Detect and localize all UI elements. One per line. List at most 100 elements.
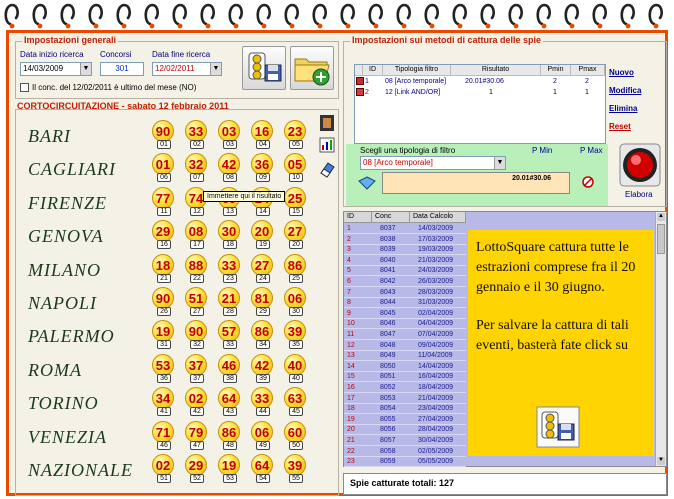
number-bulb[interactable]: 37 37: [185, 353, 209, 383]
number-bulb[interactable]: 53 36: [152, 353, 176, 383]
table-row[interactable]: 2 8038 17/03/2009: [344, 234, 466, 245]
number-bulb[interactable]: 06 30: [284, 287, 308, 316]
number-bulb[interactable]: 88 22: [185, 253, 209, 283]
number-bulb[interactable]: 27 20: [284, 220, 308, 250]
number-bulb[interactable]: 86 25: [284, 253, 308, 283]
table-row[interactable]: 22 8058 02/05/2009: [344, 446, 466, 457]
number-bulb[interactable]: 86 48: [218, 420, 242, 450]
number-bulb[interactable]: 57 33: [218, 320, 242, 350]
chart-icon[interactable]: [318, 136, 336, 154]
number-bulb[interactable]: 05 10: [284, 153, 308, 183]
number-bulb[interactable]: 33 23: [218, 253, 242, 283]
table-row[interactable]: 8 8044 31/03/2009: [344, 297, 466, 309]
last-of-month-checkbox[interactable]: [20, 83, 29, 92]
result-input[interactable]: 20.01#30.06: [382, 172, 570, 194]
open-add-button[interactable]: [290, 46, 334, 90]
table-row[interactable]: 9 8045 02/04/2009: [344, 308, 466, 319]
table-row[interactable]: 14 8050 14/04/2009: [344, 361, 466, 372]
table-row[interactable]: 23 8059 05/05/2009: [344, 456, 466, 468]
number-bulb[interactable]: 06 49: [251, 420, 275, 450]
number-bulb[interactable]: 63 45: [284, 387, 308, 417]
number-bulb[interactable]: 21 28: [218, 287, 242, 316]
number-bulb[interactable]: 64 43: [218, 387, 242, 417]
number-bulb[interactable]: 86 34: [251, 320, 275, 350]
number-bulb[interactable]: 42 08: [218, 153, 242, 183]
edit-button[interactable]: Modifica: [609, 86, 651, 95]
scroll-down-icon[interactable]: ▼: [657, 457, 665, 465]
number-bulb[interactable]: 42 39: [251, 353, 275, 383]
table-row[interactable]: 4 8040 21/03/2009: [344, 255, 466, 266]
new-button[interactable]: Nuovo: [609, 68, 651, 77]
number-bulb[interactable]: 39 55: [284, 454, 308, 483]
number-bulb[interactable]: 71 46: [152, 420, 176, 450]
film-icon[interactable]: [318, 114, 336, 132]
number-bulb[interactable]: 30 18: [218, 220, 242, 250]
number-bulb[interactable]: 79 47: [185, 420, 209, 450]
table-row[interactable]: 13 8049 11/04/2009: [344, 350, 466, 362]
number-bulb[interactable]: 29 16: [152, 220, 176, 250]
table-row[interactable]: 12 8048 09/04/2009: [344, 340, 466, 351]
number-bulb[interactable]: 34 41: [152, 387, 176, 417]
number-bulb[interactable]: 90 01: [152, 120, 176, 149]
contest-count-input[interactable]: 301: [100, 62, 144, 76]
row-delete-icon[interactable]: [356, 77, 364, 85]
delete-button[interactable]: Elimina: [609, 104, 651, 113]
filter-table[interactable]: ID Tipologia filtro Risultato Pmin Pmax …: [354, 64, 606, 144]
number-bulb[interactable]: 33 02: [185, 120, 209, 149]
table-row[interactable]: 10 8046 04/04/2009: [344, 318, 466, 330]
elabora-button[interactable]: [618, 142, 662, 190]
number-bulb[interactable]: 19 53: [218, 454, 242, 483]
chevron-down-icon[interactable]: ▼: [210, 63, 221, 75]
scroll-thumb[interactable]: [657, 224, 665, 254]
start-date-combo[interactable]: 14/03/2009 ▼: [20, 62, 92, 76]
number-bulb[interactable]: 77 11: [152, 186, 176, 216]
number-bulb[interactable]: 03 03: [218, 120, 242, 149]
table-row[interactable]: 11 8047 07/04/2009: [344, 329, 466, 340]
history-grid[interactable]: ID Conc Data Calcolo 1 8037 14/03/2009 2 803…: [343, 211, 667, 468]
number-bulb[interactable]: 27 24: [251, 253, 275, 283]
number-bulb[interactable]: 29 52: [185, 454, 209, 483]
number-bulb[interactable]: 19 31: [152, 320, 176, 350]
number-bulb[interactable]: 16 04: [251, 120, 275, 149]
number-bulb[interactable]: 23 05: [284, 120, 308, 149]
number-bulb[interactable]: 20 19: [251, 220, 275, 250]
table-row[interactable]: 3 8039 19/03/2009: [344, 244, 466, 256]
number-bulb[interactable]: 18 21: [152, 253, 176, 283]
table-row[interactable]: 18 8054 23/04/2009: [344, 403, 466, 415]
table-row[interactable]: 17 8053 21/04/2009: [344, 393, 466, 404]
number-bulb[interactable]: 60 50: [284, 420, 308, 450]
number-bulb[interactable]: 08 17: [185, 220, 209, 250]
table-row[interactable]: 19 8055 27/04/2009: [344, 414, 466, 425]
number-bulb[interactable]: 90 32: [185, 320, 209, 350]
number-bulb[interactable]: 36 09: [251, 153, 275, 183]
end-date-combo[interactable]: 12/02/2011 ▼: [152, 62, 222, 76]
number-bulb[interactable]: 51 27: [185, 287, 209, 316]
table-row[interactable]: 7 8043 28/03/2009: [344, 287, 466, 298]
number-bulb[interactable]: 02 42: [185, 387, 209, 417]
reset-button[interactable]: Reset: [609, 122, 651, 131]
table-row[interactable]: 5 8041 24/03/2009: [344, 265, 466, 277]
number-bulb[interactable]: 64 54: [251, 454, 275, 483]
number-bulb[interactable]: 46 38: [218, 353, 242, 383]
table-row[interactable]: 16 8052 18/04/2009: [344, 382, 466, 393]
history-scrollbar[interactable]: ▲ ▼: [655, 212, 666, 466]
eraser-icon[interactable]: [318, 160, 336, 178]
diamond-icon[interactable]: [358, 176, 376, 190]
save-capture-button[interactable]: [242, 46, 286, 90]
row-edit-icon[interactable]: [356, 88, 364, 96]
table-row[interactable]: 1 8037 14/03/2009: [344, 223, 466, 234]
chevron-down-icon[interactable]: ▼: [494, 157, 505, 169]
number-bulb[interactable]: 39 35: [284, 320, 308, 350]
number-bulb[interactable]: 02 51: [152, 454, 176, 483]
chevron-down-icon[interactable]: ▼: [80, 63, 91, 75]
number-bulb[interactable]: 90 26: [152, 287, 176, 316]
table-row[interactable]: 15 8051 16/04/2009: [344, 371, 466, 383]
number-bulb[interactable]: 40 40: [284, 353, 308, 383]
table-row[interactable]: 20 8056 28/04/2009: [344, 424, 466, 436]
number-bulb[interactable]: 25 15: [284, 186, 308, 216]
number-bulb[interactable]: 81 29: [251, 287, 275, 316]
table-row[interactable]: 21 8057 30/04/2009: [344, 435, 466, 446]
number-bulb[interactable]: 01 06: [152, 153, 176, 183]
number-bulb[interactable]: 33 44: [251, 387, 275, 417]
no-entry-icon[interactable]: [582, 176, 594, 188]
